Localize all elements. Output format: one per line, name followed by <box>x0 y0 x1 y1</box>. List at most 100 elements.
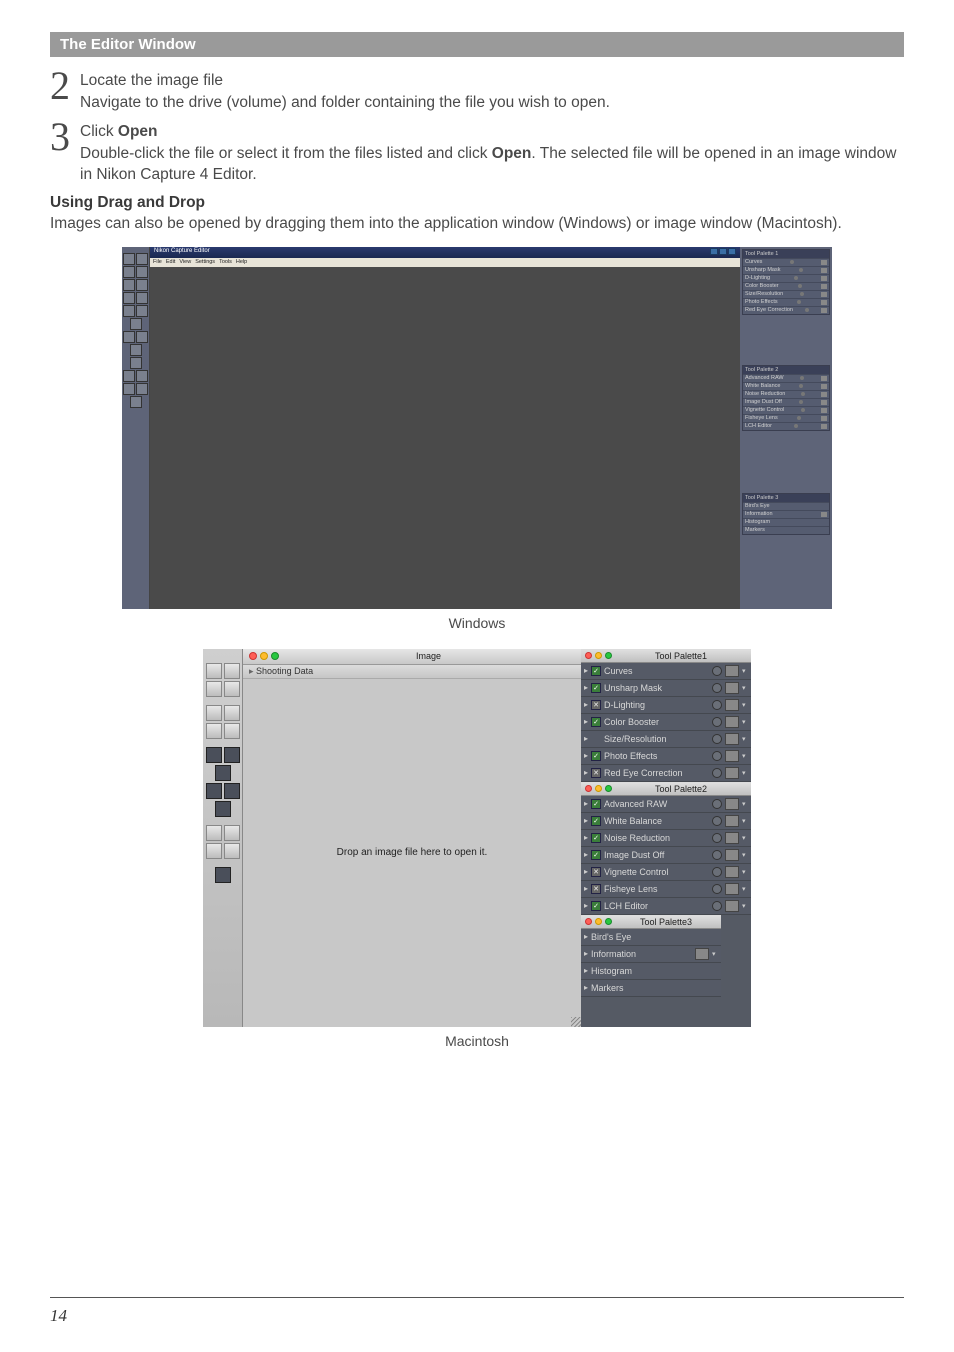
page-icon[interactable] <box>725 665 739 677</box>
settings-dot-icon[interactable] <box>712 666 722 676</box>
menu-item[interactable]: Tools <box>219 259 232 266</box>
undo-icon[interactable] <box>206 723 222 739</box>
tool-button[interactable] <box>136 266 148 278</box>
palette-row[interactable]: ▸✓Advanced RAW▾ <box>581 796 751 813</box>
tool-button[interactable] <box>123 253 135 265</box>
palette-row[interactable]: Information <box>743 510 829 518</box>
tool-button[interactable] <box>123 292 135 304</box>
page-icon[interactable] <box>695 948 709 960</box>
page-icon[interactable] <box>725 815 739 827</box>
tool-button[interactable] <box>136 331 148 343</box>
palette-row[interactable]: ▸✕Fisheye Lens▾ <box>581 881 751 898</box>
settings-dot-icon[interactable] <box>712 700 722 710</box>
palette-row[interactable]: Noise Reduction <box>743 390 829 398</box>
settings-dot-icon[interactable] <box>712 751 722 761</box>
settings-dot-icon[interactable] <box>712 717 722 727</box>
palette-row[interactable]: Image Dust Off <box>743 398 829 406</box>
traffic-lights[interactable] <box>249 652 279 660</box>
tool-button[interactable] <box>130 318 142 330</box>
palette-row[interactable]: Color Booster <box>743 282 829 290</box>
palette-row[interactable]: Bird's Eye <box>743 502 829 510</box>
win-menubar[interactable]: File Edit View Settings Tools Help <box>150 258 740 267</box>
eye-icon[interactable] <box>215 867 231 883</box>
palette-row[interactable]: Curves <box>743 258 829 266</box>
palette-row[interactable]: ▸Histogram <box>581 963 721 980</box>
tool-button[interactable] <box>123 331 135 343</box>
settings-dot-icon[interactable] <box>712 799 722 809</box>
palette-row[interactable]: ▸✕Vignette Control▾ <box>581 864 751 881</box>
globe-icon[interactable] <box>224 825 240 841</box>
palette-row[interactable]: ▸✓Noise Reduction▾ <box>581 830 751 847</box>
settings-dot-icon[interactable] <box>712 734 722 744</box>
palette-row[interactable]: Unsharp Mask <box>743 266 829 274</box>
tool-button[interactable] <box>136 279 148 291</box>
paste-icon[interactable] <box>224 681 240 697</box>
palette-row[interactable]: D-Lighting <box>743 274 829 282</box>
palette-row[interactable]: Vignette Control <box>743 406 829 414</box>
tool-button[interactable] <box>123 266 135 278</box>
palette-row[interactable]: ▸✓Color Booster▾ <box>581 714 751 731</box>
grid-icon[interactable] <box>206 783 222 799</box>
palette-row[interactable]: ▸Information▾ <box>581 946 721 963</box>
menu-item[interactable]: Settings <box>195 259 215 266</box>
window-controls[interactable] <box>710 248 736 257</box>
settings-dot-icon[interactable] <box>712 833 722 843</box>
sync-icon[interactable] <box>206 825 222 841</box>
palette-row[interactable]: ▸✓Photo Effects▾ <box>581 748 751 765</box>
palette-row[interactable]: ▸✓White Balance▾ <box>581 813 751 830</box>
adjust-icon[interactable] <box>206 843 222 859</box>
settings-dot-icon[interactable] <box>712 768 722 778</box>
palette-row[interactable]: ▸✕Red Eye Correction▾ <box>581 765 751 782</box>
settings-dot-icon[interactable] <box>712 901 722 911</box>
page-icon[interactable] <box>725 682 739 694</box>
tool-button[interactable] <box>123 305 135 317</box>
page-icon[interactable] <box>725 699 739 711</box>
mac-shooting-data[interactable]: ▸ Shooting Data <box>243 665 581 679</box>
tool-button[interactable] <box>123 370 135 382</box>
tool-button[interactable] <box>130 344 142 356</box>
tool-button[interactable] <box>136 370 148 382</box>
print-icon[interactable] <box>206 705 222 721</box>
page-icon[interactable] <box>725 750 739 762</box>
palette-row[interactable]: Size/Resolution <box>743 290 829 298</box>
palette-row[interactable]: ▸Bird's Eye <box>581 929 721 946</box>
save-icon[interactable] <box>224 663 240 679</box>
palette-row[interactable]: Fisheye Lens <box>743 414 829 422</box>
palette-row[interactable]: ▸Size/Resolution▾ <box>581 731 751 748</box>
palette-row[interactable]: LCH Editor <box>743 422 829 430</box>
print-preview-icon[interactable] <box>224 705 240 721</box>
palette-row[interactable]: ▸✕D-Lighting▾ <box>581 697 751 714</box>
menu-item[interactable]: Help <box>236 259 247 266</box>
tool-button[interactable] <box>136 292 148 304</box>
redo-icon[interactable] <box>224 723 240 739</box>
hand-icon[interactable] <box>215 765 231 781</box>
menu-item[interactable]: File <box>153 259 162 266</box>
page-icon[interactable] <box>725 716 739 728</box>
page-icon[interactable] <box>725 798 739 810</box>
page-icon[interactable] <box>725 767 739 779</box>
page-icon[interactable] <box>725 832 739 844</box>
settings-dot-icon[interactable] <box>712 867 722 877</box>
palette-row[interactable]: Red Eye Correction <box>743 306 829 314</box>
tool-button[interactable] <box>123 279 135 291</box>
palette-row[interactable]: ▸✓Unsharp Mask▾ <box>581 680 751 697</box>
page-icon[interactable] <box>725 849 739 861</box>
page-icon[interactable] <box>725 866 739 878</box>
tool-button[interactable] <box>136 383 148 395</box>
page-icon[interactable] <box>725 883 739 895</box>
batch-icon[interactable] <box>215 801 231 817</box>
settings-dot-icon[interactable] <box>712 816 722 826</box>
tool-button[interactable] <box>136 253 148 265</box>
page-icon[interactable] <box>725 733 739 745</box>
settings-dot-icon[interactable] <box>712 850 722 860</box>
tool-button[interactable] <box>130 357 142 369</box>
tool-button[interactable] <box>130 396 142 408</box>
open-icon[interactable] <box>206 663 222 679</box>
menu-item[interactable]: View <box>179 259 191 266</box>
tool-button[interactable] <box>123 383 135 395</box>
tool-button[interactable] <box>136 305 148 317</box>
page-icon[interactable] <box>725 900 739 912</box>
palette-row[interactable]: ▸✓Image Dust Off▾ <box>581 847 751 864</box>
gear-icon[interactable] <box>224 843 240 859</box>
palette-row[interactable]: Photo Effects <box>743 298 829 306</box>
